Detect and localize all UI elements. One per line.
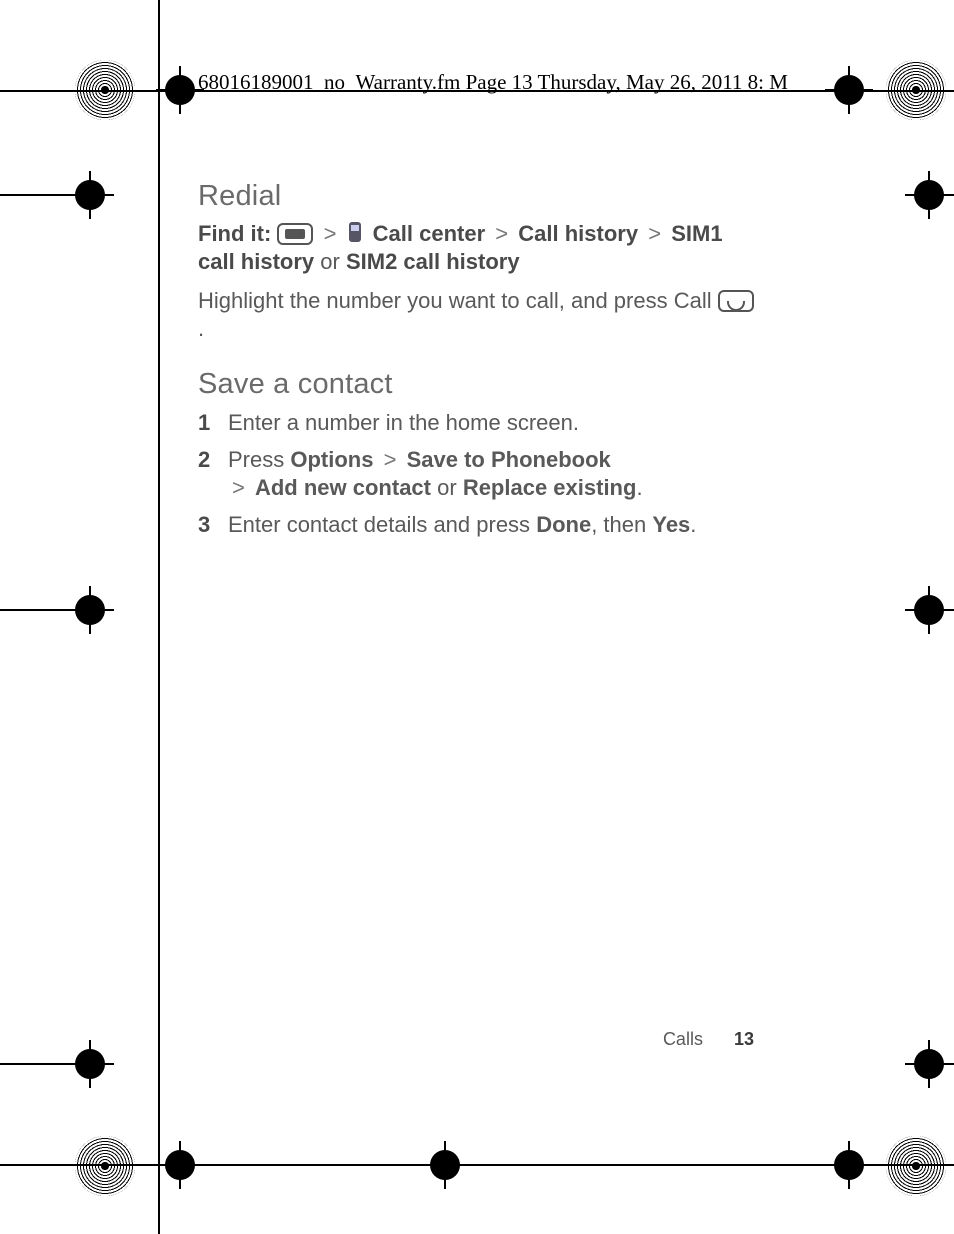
registration-mark-icon [75,1136,135,1196]
registration-mark-icon [430,1150,460,1180]
step-2-options: Options [290,447,373,472]
call-key-icon [718,290,754,312]
registration-mark-icon [75,180,105,210]
crop-line [158,0,160,1234]
registration-mark-icon [914,1049,944,1079]
step-2-or: or [437,475,457,500]
step-1: Enter a number in the home screen. [198,409,758,437]
registration-mark-icon [914,180,944,210]
step-2-suffix: . [636,475,642,500]
step-3-pre: Enter contact details and press [228,512,530,537]
find-it-path: Find it: > Call center > Call history > … [198,220,758,275]
footer-page-number: 13 [734,1029,754,1049]
path-separator: > [228,475,249,500]
step-2-replace: Replace existing [463,475,637,500]
path-or: or [320,249,340,274]
section-heading-redial: Redial [198,178,758,214]
step-3-done: Done [536,512,591,537]
document-header: 68016189001_no_Warranty.fm Page 13 Thurs… [198,70,904,95]
crop-line [0,1164,954,1166]
path-call-history: Call history [518,221,638,246]
path-call-center: Call center [373,221,486,246]
path-separator: > [644,221,665,246]
redial-instruction-suffix: . [198,316,204,341]
step-2: Press Options > Save to Phonebook > Add … [198,446,758,501]
section-heading-save-contact: Save a contact [198,366,758,402]
step-3-yes: Yes [652,512,690,537]
registration-mark-icon [75,60,135,120]
save-contact-steps: Enter a number in the home screen. Press… [198,409,758,539]
redial-instruction: Highlight the number you want to call, a… [198,287,758,342]
find-it-label: Find it: [198,221,271,246]
call-center-icon [347,222,367,246]
step-2-add-new: Add new contact [255,475,431,500]
step-3: Enter contact details and press Done, th… [198,511,758,539]
step-2-save-to: Save to Phonebook [407,447,611,472]
page-footer: Calls 13 [663,1029,754,1050]
footer-section: Calls [663,1029,703,1049]
registration-mark-icon [834,1150,864,1180]
step-2-press: Press [228,447,284,472]
registration-mark-icon [886,1136,946,1196]
step-3-suffix: . [690,512,696,537]
step-3-mid: , then [591,512,646,537]
path-sim2: SIM2 call history [346,249,520,274]
page-content: Redial Find it: > Call center > Call his… [198,178,758,549]
path-separator: > [380,447,401,472]
registration-mark-icon [914,595,944,625]
registration-mark-icon [165,1150,195,1180]
menu-key-icon [277,223,313,245]
path-separator: > [320,221,341,246]
registration-mark-icon [165,75,195,105]
document-header-text: 68016189001_no_Warranty.fm Page 13 Thurs… [198,70,788,94]
redial-instruction-text: Highlight the number you want to call, a… [198,288,712,313]
registration-mark-icon [75,595,105,625]
registration-mark-icon [75,1049,105,1079]
path-separator: > [491,221,512,246]
step-1-text: Enter a number in the home screen. [228,410,579,435]
